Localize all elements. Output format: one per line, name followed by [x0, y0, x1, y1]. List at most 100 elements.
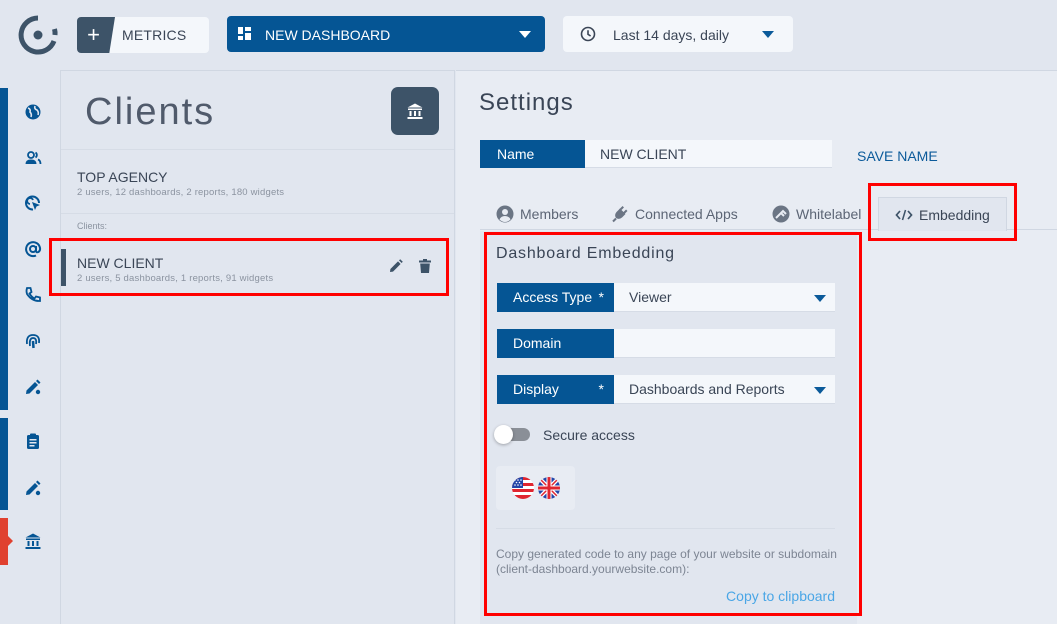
- tab-whitelabel[interactable]: Whitelabel: [772, 197, 861, 230]
- nav-group-bar: [0, 418, 8, 510]
- nav-group-bar: [0, 88, 8, 410]
- nav-item-clients[interactable]: [24, 532, 42, 550]
- settings-tabs: Members Connected Apps Whitelabel Embedd…: [480, 197, 1057, 231]
- cursor-click-icon: [25, 195, 40, 211]
- domain-label-text: Domain: [513, 335, 562, 351]
- us-flag-icon[interactable]: [512, 477, 534, 499]
- domain-input[interactable]: [629, 329, 820, 357]
- caret-down-icon: [762, 31, 774, 38]
- dashboard-select[interactable]: NEW DASHBOARD: [227, 16, 545, 52]
- user-circle-icon: [496, 205, 514, 222]
- client-selected-indicator: [61, 249, 66, 286]
- pencil-icon: [26, 480, 41, 496]
- nav-item-reports[interactable]: [24, 432, 42, 450]
- pencil-icon: [26, 379, 41, 395]
- secure-access-toggle[interactable]: [494, 425, 534, 445]
- agency-name: TOP AGENCY: [77, 169, 168, 185]
- nav-item-calls[interactable]: [24, 286, 42, 304]
- at-sign-icon: [25, 241, 42, 258]
- clients-bank-button[interactable]: [391, 87, 439, 135]
- access-type-select[interactable]: Viewer: [614, 283, 835, 312]
- name-field-row: Name: [480, 140, 832, 168]
- copy-to-clipboard-link[interactable]: Copy to clipboard: [726, 588, 835, 604]
- add-metrics-button[interactable]: + METRICS: [77, 17, 209, 53]
- display-label: Display *: [497, 375, 614, 404]
- users-icon: [25, 151, 42, 165]
- client-name: NEW CLIENT: [77, 255, 164, 271]
- embedding-panel: Dashboard Embedding Access Type * Viewer…: [480, 231, 857, 624]
- required-marker: *: [598, 289, 604, 305]
- access-type-label-text: Access Type: [513, 289, 593, 305]
- client-list-item[interactable]: NEW CLIENT 2 users, 5 dashboards, 1 repo…: [61, 249, 446, 291]
- access-type-label: Access Type *: [497, 283, 614, 312]
- agency-item[interactable]: TOP AGENCY 2 users, 12 dashboards, 2 rep…: [77, 169, 284, 198]
- access-type-row: Access Type * Viewer: [497, 283, 835, 312]
- embedding-description: Copy generated code to any page of your …: [496, 547, 837, 576]
- nav-item-clicks[interactable]: [24, 194, 42, 212]
- fingerprint-icon: [25, 334, 41, 349]
- tab-connected-apps[interactable]: Connected Apps: [611, 197, 738, 230]
- tab-label: Connected Apps: [635, 205, 738, 222]
- save-name-button[interactable]: SAVE NAME: [857, 148, 938, 164]
- nav-item-email[interactable]: [24, 240, 42, 258]
- date-range-value: Last 14 days, daily: [613, 27, 729, 43]
- clock-icon: [580, 26, 596, 42]
- edit-client-icon[interactable]: [389, 259, 403, 273]
- delete-client-icon[interactable]: [419, 259, 431, 273]
- toggle-knob: [494, 425, 513, 444]
- agency-stats: 2 users, 12 dashboards, 2 reports, 180 w…: [77, 187, 285, 198]
- display-value: Dashboards and Reports: [629, 381, 785, 397]
- tab-label: Whitelabel: [796, 205, 862, 222]
- domain-row: Domain: [497, 329, 835, 358]
- uk-flag-icon[interactable]: [538, 477, 560, 499]
- divider: [496, 528, 835, 529]
- brush-icon: [772, 205, 790, 222]
- access-type-value: Viewer: [629, 289, 672, 305]
- clients-caption: Clients:: [77, 221, 108, 231]
- nav-item-users[interactable]: [24, 149, 42, 167]
- clients-title: Clients: [85, 91, 216, 133]
- nav-item-edit[interactable]: [24, 378, 42, 396]
- bank-icon: [25, 533, 41, 549]
- nav-active-pointer: [8, 536, 13, 546]
- tab-label: Embedding: [919, 206, 990, 223]
- secure-access-label: Secure access: [543, 427, 635, 443]
- language-selector: [496, 466, 575, 510]
- caret-down-icon: [814, 295, 826, 302]
- settings-panel: Settings Name SAVE NAME Members Connecte…: [456, 70, 1057, 624]
- app-logo-icon[interactable]: [18, 15, 58, 55]
- caret-down-icon: [519, 31, 531, 38]
- display-row: Display * Dashboards and Reports: [497, 375, 835, 404]
- nav-item-globe[interactable]: [24, 103, 42, 121]
- code-icon: [895, 209, 913, 220]
- clients-panel: Clients TOP AGENCY 2 users, 12 dashboard…: [60, 70, 455, 624]
- domain-label: Domain: [497, 329, 614, 358]
- dashboard-select-value: NEW DASHBOARD: [265, 27, 391, 43]
- caret-down-icon: [814, 387, 826, 394]
- globe-icon: [25, 104, 41, 120]
- name-label: Name: [480, 140, 585, 168]
- divider: [61, 149, 454, 150]
- nav-active-indicator: [0, 518, 8, 565]
- domain-field[interactable]: [614, 329, 835, 358]
- tab-members[interactable]: Members: [496, 197, 578, 230]
- tab-label: Members: [520, 205, 579, 222]
- display-select[interactable]: Dashboards and Reports: [614, 375, 835, 404]
- divider: [61, 213, 454, 214]
- left-nav: [0, 70, 60, 624]
- client-name-input[interactable]: [585, 140, 832, 168]
- date-range-select[interactable]: Last 14 days, daily: [563, 16, 793, 52]
- dashboard-grid-icon: [238, 27, 251, 40]
- top-bar: + METRICS NEW DASHBOARD Last 14 days, da…: [0, 0, 1057, 70]
- embedding-title: Dashboard Embedding: [496, 245, 675, 262]
- plus-icon: +: [77, 17, 115, 53]
- nav-item-edit-2[interactable]: [24, 479, 42, 497]
- tab-embedding[interactable]: Embedding: [878, 197, 1007, 231]
- clipboard-icon: [27, 433, 39, 449]
- nav-item-fingerprint[interactable]: [24, 332, 42, 350]
- settings-title: Settings: [479, 89, 574, 116]
- plug-icon: [612, 205, 628, 222]
- phone-icon: [25, 287, 41, 302]
- required-marker: *: [598, 381, 604, 397]
- metrics-label: METRICS: [122, 27, 187, 43]
